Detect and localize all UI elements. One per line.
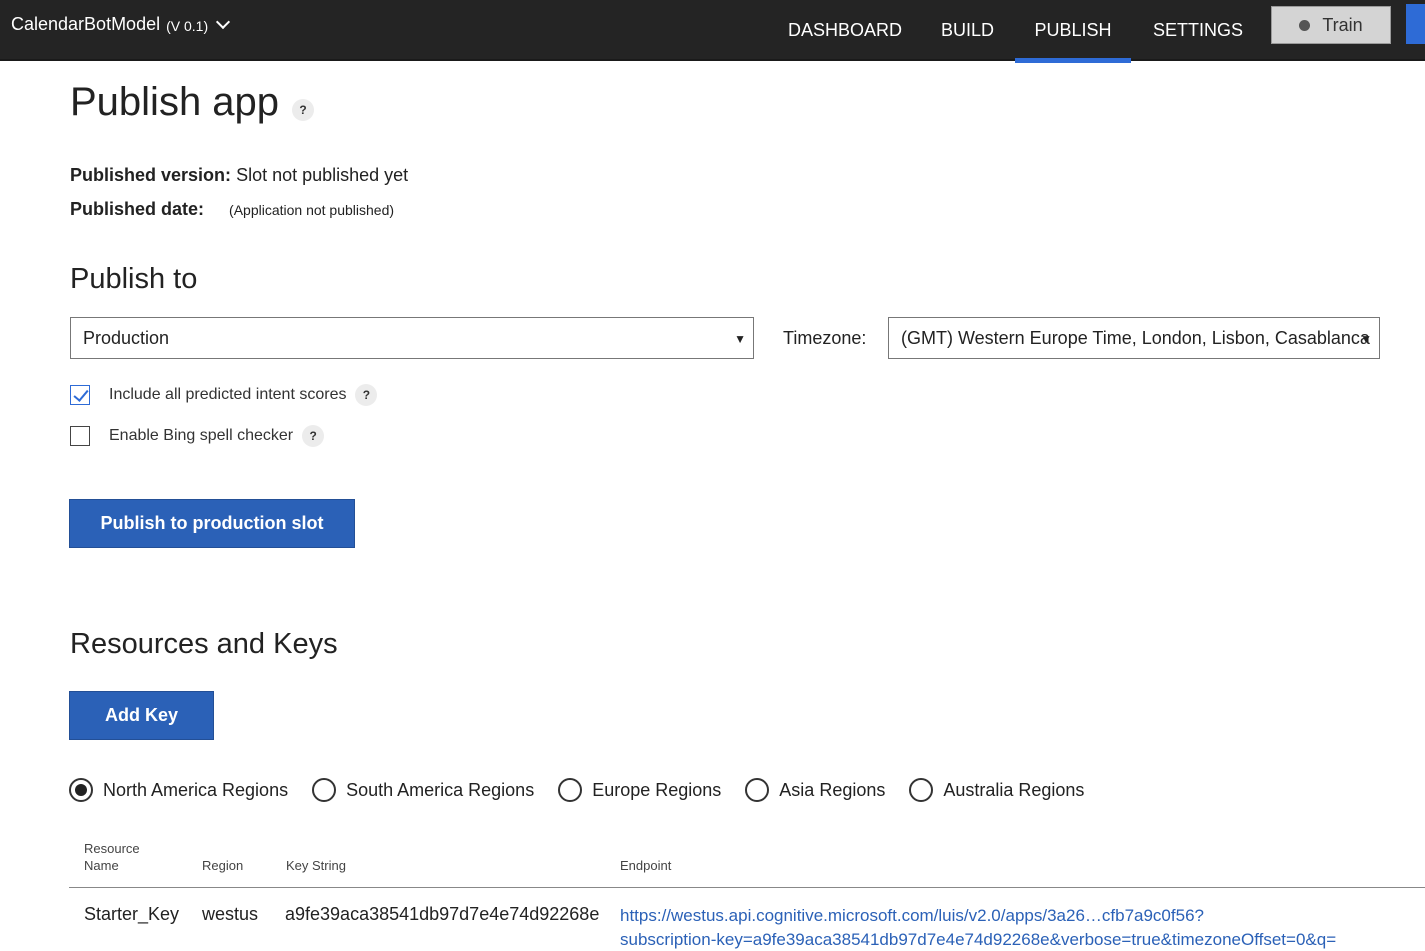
column-header-key-string: Key String [286, 858, 346, 873]
resources-heading: Resources and Keys [70, 628, 338, 660]
cell-endpoint-link[interactable]: https://westus.api.cognitive.microsoft.c… [620, 904, 1336, 951]
help-icon[interactable]: ? [355, 384, 378, 406]
radio-north-america[interactable]: North America Regions [69, 778, 288, 802]
radio-label: Europe Regions [592, 779, 722, 800]
published-version-value: Slot not published yet [236, 165, 409, 185]
status-dot-icon [1299, 19, 1311, 31]
published-date-value: (Application not published) [229, 202, 395, 218]
app-name: CalendarBotModel [11, 14, 161, 34]
published-version-label: Published version: [70, 165, 232, 185]
region-radio-group: North America Regions South America Regi… [69, 778, 1108, 802]
endpoint-line-1: https://westus.api.cognitive.microsoft.c… [620, 906, 1204, 925]
top-nav-bar: CalendarBotModel (V 0.1) DASHBOARD BUILD… [0, 0, 1425, 63]
option-spell-checker: Enable Bing spell checker ? [70, 425, 325, 447]
radio-australia[interactable]: Australia Regions [909, 778, 1084, 802]
dropdown-caret-icon: ▼ [1360, 332, 1372, 346]
train-label: Train [1322, 14, 1363, 35]
chevron-down-icon [216, 14, 231, 29]
timezone-select-value: (GMT) Western Europe Time, London, Lisbo… [901, 327, 1370, 348]
radio-south-america[interactable]: South America Regions [312, 778, 534, 802]
nav-dashboard[interactable]: DASHBOARD [788, 0, 902, 61]
option-intent-scores: Include all predicted intent scores ? [70, 384, 378, 406]
slot-select-value: Production [83, 327, 170, 348]
radio-button[interactable] [69, 778, 93, 802]
slot-select[interactable]: Production ▼ [70, 317, 754, 359]
publish-button[interactable]: Publish to production slot [69, 499, 355, 548]
column-header-region: Region [202, 858, 244, 873]
nav-publish-label: PUBLISH [1034, 20, 1112, 40]
published-date: Published date: (Application not publish… [70, 199, 394, 220]
radio-label: Asia Regions [779, 779, 886, 800]
nav-build[interactable]: BUILD [941, 0, 994, 61]
help-icon[interactable]: ? [292, 99, 314, 121]
radio-label: Australia Regions [943, 779, 1085, 800]
nav-settings[interactable]: SETTINGS [1153, 0, 1243, 61]
timezone-select[interactable]: (GMT) Western Europe Time, London, Lisbo… [888, 317, 1380, 359]
radio-asia[interactable]: Asia Regions [745, 778, 885, 802]
radio-label: North America Regions [103, 779, 289, 800]
help-icon[interactable]: ? [302, 425, 325, 447]
column-header-endpoint: Endpoint [620, 858, 672, 873]
app-switcher[interactable]: CalendarBotModel (V 0.1) [11, 14, 231, 35]
intent-scores-checkbox[interactable] [70, 385, 90, 405]
nav-publish[interactable]: PUBLISH [1015, 0, 1131, 63]
cell-key-string: a9fe39aca38541db97d7e4e74d92268e [285, 904, 600, 924]
intent-scores-label: Include all predicted intent scores [109, 386, 347, 403]
table-divider [69, 887, 1425, 888]
cell-region: westus [202, 904, 259, 924]
endpoint-line-2: subscription-key=a9fe39aca38541db97d7e4e… [620, 930, 1337, 949]
radio-europe[interactable]: Europe Regions [558, 778, 721, 802]
spell-checker-label: Enable Bing spell checker [109, 427, 294, 444]
published-date-label: Published date: [70, 199, 205, 219]
radio-label: South America Regions [346, 779, 535, 800]
radio-button[interactable] [312, 778, 337, 802]
page-title: Publish app [70, 80, 280, 124]
timezone-label: Timezone: [783, 328, 867, 348]
spell-checker-checkbox[interactable] [70, 426, 90, 446]
cell-resource-name: Starter_Key [84, 904, 180, 924]
test-panel-button[interactable] [1406, 4, 1425, 44]
train-button[interactable]: Train [1271, 6, 1391, 44]
radio-button[interactable] [745, 778, 770, 802]
radio-button[interactable] [558, 778, 583, 802]
column-header-resource-name: Resource Name [84, 841, 140, 873]
published-version: Published version: Slot not published ye… [70, 165, 408, 186]
app-version: (V 0.1) [166, 17, 209, 34]
publish-to-heading: Publish to [70, 263, 198, 295]
radio-button[interactable] [909, 778, 934, 802]
dropdown-caret-icon: ▼ [734, 332, 746, 346]
add-key-button[interactable]: Add Key [69, 691, 214, 740]
